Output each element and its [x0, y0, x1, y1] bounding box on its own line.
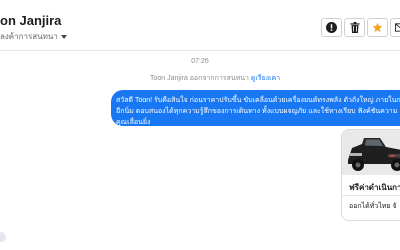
message-timestamp: 07:26 — [191, 58, 209, 65]
outgoing-message-bubble[interactable]: สวัสดี Toon! รับคือสินใจ ก่อนราคาปรับขึ้… — [111, 90, 400, 126]
message-line: สวัสดี Toon! รับคือสินใจ ก่อนราคาปรับขึ้… — [116, 97, 400, 104]
system-message-link[interactable]: ดูเรียงเคา — [251, 75, 280, 82]
card-title: ฟรีค่าดำเนินการ — [349, 183, 400, 192]
info-button[interactable] — [321, 18, 342, 37]
conversation-menu-label: ลงค้าการสนทนา — [0, 32, 58, 41]
star-button[interactable] — [367, 18, 388, 37]
delete-button[interactable] — [344, 18, 365, 37]
conversation-menu[interactable]: ลงค้าการสนทนา — [0, 30, 67, 43]
caret-down-icon — [60, 34, 67, 39]
product-card[interactable]: ฟรีค่าดำเนินการ ออกได้ทั่วไทย จั — [341, 129, 400, 221]
contact-name[interactable]: on Janjira — [0, 13, 61, 28]
truck-image — [342, 130, 400, 175]
mail-icon — [395, 23, 400, 32]
mail-button[interactable] — [390, 18, 400, 37]
trash-icon — [349, 22, 360, 33]
conversation-header: on Janjira ลงค้าการสนทนา — [0, 0, 400, 51]
message-line: คุณเลื่อนยิ่ง — [116, 119, 151, 126]
info-icon — [326, 22, 337, 33]
card-divider — [342, 195, 400, 196]
system-message: Toon Janjira ออกจากการสนทนา ดูเรียงเคา — [150, 73, 280, 84]
card-subtitle: ออกได้ทั่วไทย จั — [349, 203, 397, 210]
message-line: อีกนิ่ม ตอบสนองได้ทุกความรู้สึกของการเดิ… — [116, 108, 398, 115]
user-avatar — [0, 232, 6, 242]
star-icon — [372, 22, 383, 32]
system-message-text: Toon Janjira ออกจากการสนทนา — [150, 75, 251, 82]
